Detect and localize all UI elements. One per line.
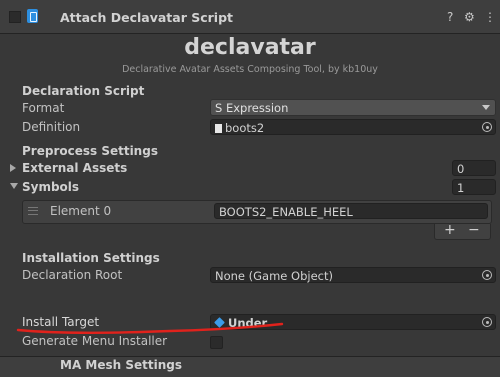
generate-menu-label: Generate Menu Installer: [22, 334, 168, 348]
red-underline-annotation: [16, 322, 284, 334]
generate-menu-checkbox[interactable]: [210, 336, 223, 349]
next-component-title: MA Mesh Settings: [60, 358, 182, 372]
